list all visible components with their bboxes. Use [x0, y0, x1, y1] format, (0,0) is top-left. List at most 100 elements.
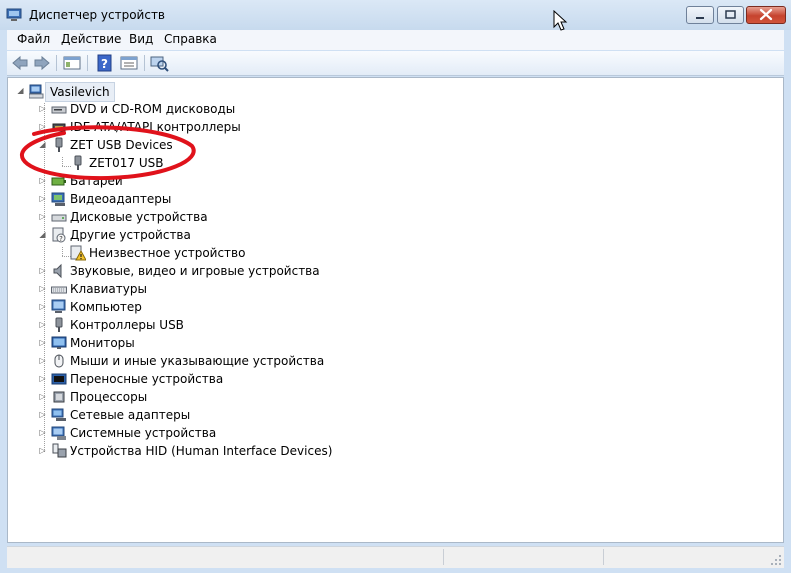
toolbar-separator — [56, 55, 57, 71]
help-icon: ? — [97, 54, 112, 72]
expand-arrow-icon[interactable]: ▷ — [37, 352, 48, 370]
help-button[interactable]: ? — [95, 54, 115, 72]
tree-item-label: Системные устройства — [70, 426, 217, 440]
expand-arrow-icon[interactable]: ▷ — [37, 280, 48, 298]
battery-icon — [51, 177, 66, 186]
forward-arrow-icon — [34, 55, 50, 71]
tree-item-label: Видеоадаптеры — [70, 192, 172, 206]
system-device-icon — [51, 426, 66, 440]
tree-item-label: Процессоры — [70, 390, 148, 404]
expand-arrow-icon[interactable]: ▷ — [37, 334, 48, 352]
properties-button[interactable] — [119, 54, 139, 72]
tree-item-label: Сетевые адаптеры — [70, 408, 191, 422]
speaker-icon — [53, 263, 62, 279]
warning-device-icon — [70, 245, 86, 261]
svg-text:?: ? — [101, 57, 108, 71]
ide-controller-icon — [52, 123, 66, 132]
expand-arrow-icon[interactable]: ▷ — [37, 388, 48, 406]
toolbar-separator — [144, 55, 145, 71]
collapse-arrow-icon[interactable]: ◢ — [37, 226, 48, 244]
device-tree[interactable]: ◢ Vasilevich ▷ DVD и CD-ROM дисководы ▷ — [7, 77, 784, 543]
dvd-drive-icon — [51, 106, 67, 114]
device-manager-icon — [6, 8, 22, 21]
tree-item-label: ZET017 USB — [89, 156, 164, 170]
collapse-arrow-icon[interactable]: ◢ — [15, 82, 26, 100]
minimize-button[interactable] — [686, 6, 714, 24]
expand-arrow-icon[interactable]: ▷ — [37, 442, 48, 460]
tree-item-label: Клавиатуры — [70, 282, 147, 296]
expand-arrow-icon[interactable]: ▷ — [37, 100, 48, 118]
tree-connector — [62, 247, 63, 256]
menu-help[interactable]: Справка — [164, 32, 217, 46]
expand-arrow-icon[interactable]: ▷ — [37, 118, 48, 136]
tree-item-label: Мыши и иные указывающие устройства — [70, 354, 325, 368]
toolbar-separator — [87, 55, 88, 71]
portable-device-icon — [51, 373, 67, 385]
processor-icon — [53, 391, 65, 403]
unknown-device-icon: ? — [52, 227, 66, 243]
back-button[interactable] — [10, 54, 30, 72]
expand-arrow-icon[interactable]: ▷ — [37, 298, 48, 316]
expand-arrow-icon[interactable]: ▷ — [37, 424, 48, 442]
status-bar — [7, 546, 784, 568]
tree-item-label: DVD и CD-ROM дисководы — [70, 102, 236, 116]
scan-hardware-button[interactable] — [149, 54, 169, 72]
mouse-cursor-icon — [553, 10, 568, 31]
expand-arrow-icon[interactable]: ▷ — [37, 208, 48, 226]
tree-item-label: Контроллеры USB — [70, 318, 184, 332]
monitor-icon — [51, 336, 67, 349]
scan-hardware-icon — [150, 56, 169, 72]
svg-text:?: ? — [59, 235, 63, 243]
expand-arrow-icon[interactable]: ▷ — [37, 262, 48, 280]
disk-drive-icon — [51, 214, 67, 222]
computer-icon — [29, 84, 44, 99]
collapse-arrow-icon[interactable]: ◢ — [37, 136, 48, 154]
toolbar: ? — [7, 51, 784, 76]
title-bar[interactable]: Диспетчер устройств — [0, 0, 791, 30]
tree-item-label: Переносные устройства — [70, 372, 224, 386]
display-adapter-icon — [51, 192, 65, 206]
maximize-button[interactable] — [717, 6, 744, 24]
close-icon — [759, 8, 773, 21]
usb-plug-icon — [55, 317, 63, 332]
properties-icon — [120, 56, 138, 70]
tree-item-label: Мониторы — [70, 336, 135, 350]
computer-icon — [51, 299, 66, 313]
maximize-icon — [725, 10, 736, 19]
console-tree-button[interactable] — [62, 54, 82, 72]
tree-item-label: Батареи — [70, 174, 123, 188]
hid-device-icon — [52, 443, 67, 458]
forward-button[interactable] — [32, 54, 52, 72]
usb-plug-icon — [55, 137, 63, 152]
mouse-icon — [54, 354, 64, 368]
tree-root-label: Vasilevich — [45, 82, 115, 102]
expand-arrow-icon[interactable]: ▷ — [37, 190, 48, 208]
tree-item-label: Устройства HID (Human Interface Devices) — [70, 444, 333, 458]
resize-grip-icon[interactable] — [770, 554, 782, 566]
tree-item-label: Другие устройства — [70, 228, 191, 242]
menu-view[interactable]: Вид — [129, 32, 153, 46]
tree-item-label: Звуковые, видео и игровые устройства — [70, 264, 320, 278]
tree-item-label: Компьютер — [70, 300, 142, 314]
window-title: Диспетчер устройств — [29, 8, 166, 22]
menu-file[interactable]: Файл — [17, 32, 50, 46]
expand-arrow-icon[interactable]: ▷ — [37, 370, 48, 388]
expand-arrow-icon[interactable]: ▷ — [37, 172, 48, 190]
tree-item-label: IDE ATA/ATAPI контроллеры — [70, 120, 241, 134]
back-arrow-icon — [12, 55, 28, 71]
menu-bar: Файл Действие Вид Справка — [7, 30, 784, 50]
expand-arrow-icon[interactable]: ▷ — [37, 406, 48, 424]
minimize-icon — [696, 17, 704, 19]
expand-arrow-icon[interactable]: ▷ — [37, 316, 48, 334]
status-cell — [603, 549, 764, 565]
tree-item-label: ZET USB Devices — [70, 138, 173, 152]
keyboard-icon — [51, 286, 67, 294]
menu-action[interactable]: Действие — [61, 32, 121, 46]
close-button[interactable] — [746, 6, 786, 24]
tree-item-label: Дисковые устройства — [70, 210, 208, 224]
usb-plug-icon — [74, 155, 82, 170]
network-adapter-icon — [51, 408, 66, 421]
tree-connector — [62, 157, 63, 166]
device-manager-window: Диспетчер устройств Файл Действие Вид Сп… — [0, 0, 791, 573]
show-hide-console-tree-icon — [63, 56, 81, 70]
